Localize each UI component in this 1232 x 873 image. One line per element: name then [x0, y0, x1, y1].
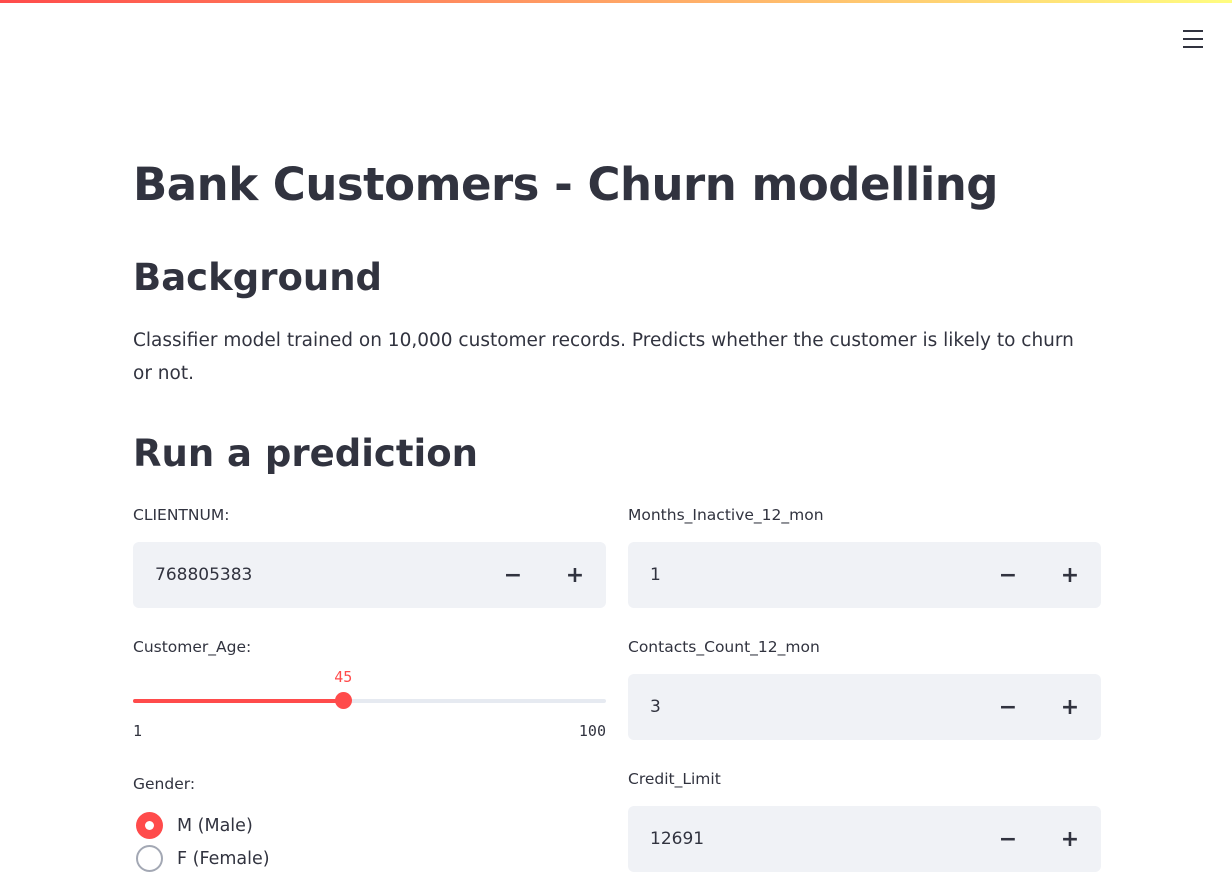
clientnum-value[interactable]: 768805383 [133, 565, 482, 585]
gender-option-label: M (Male) [177, 815, 253, 836]
top-decoration-bar [0, 0, 1232, 3]
customer-age-label: Customer_Age: [133, 638, 252, 656]
clientnum-increment-button[interactable]: + [544, 542, 606, 608]
background-text: Classifier model trained on 10,000 custo… [133, 330, 1074, 384]
radio-unselected-icon[interactable] [136, 845, 163, 872]
age-slider-min: 1 [133, 722, 143, 740]
contacts-count-decrement-button[interactable]: − [977, 674, 1039, 740]
months-inactive-decrement-button[interactable]: − [977, 542, 1039, 608]
age-slider-fill [133, 699, 344, 703]
clientnum-decrement-button[interactable]: − [482, 542, 544, 608]
clientnum-label: CLIENTNUM: [133, 506, 230, 524]
gender-option-male[interactable]: M (Male) [136, 812, 253, 839]
radio-selected-icon[interactable] [136, 812, 163, 839]
contacts-count-increment-button[interactable]: + [1039, 674, 1101, 740]
gender-option-label: F (Female) [177, 848, 270, 869]
credit-limit-decrement-button[interactable]: − [977, 806, 1039, 872]
gender-label: Gender: [133, 775, 196, 793]
credit-limit-increment-button[interactable]: + [1039, 806, 1101, 872]
credit-limit-input[interactable]: 12691 − + [628, 806, 1101, 872]
credit-limit-label: Credit_Limit [628, 770, 721, 788]
clientnum-input[interactable]: 768805383 − + [133, 542, 606, 608]
months-inactive-value[interactable]: 1 [628, 565, 977, 585]
background-heading: Background [133, 256, 383, 299]
months-inactive-increment-button[interactable]: + [1039, 542, 1101, 608]
age-slider-max: 100 [578, 722, 606, 740]
gender-option-female[interactable]: F (Female) [136, 845, 270, 872]
age-slider-thumb[interactable] [335, 692, 353, 709]
months-inactive-label: Months_Inactive_12_mon [628, 506, 824, 524]
age-slider-value: 45 [334, 668, 353, 686]
page-title: Bank Customers - Churn modelling [133, 158, 999, 211]
run-prediction-heading: Run a prediction [133, 432, 478, 475]
months-inactive-input[interactable]: 1 − + [628, 542, 1101, 608]
contacts-count-input[interactable]: 3 − + [628, 674, 1101, 740]
credit-limit-value[interactable]: 12691 [628, 829, 977, 849]
contacts-count-label: Contacts_Count_12_mon [628, 638, 820, 656]
hamburger-menu-icon[interactable] [1182, 30, 1204, 50]
contacts-count-value[interactable]: 3 [628, 697, 977, 717]
